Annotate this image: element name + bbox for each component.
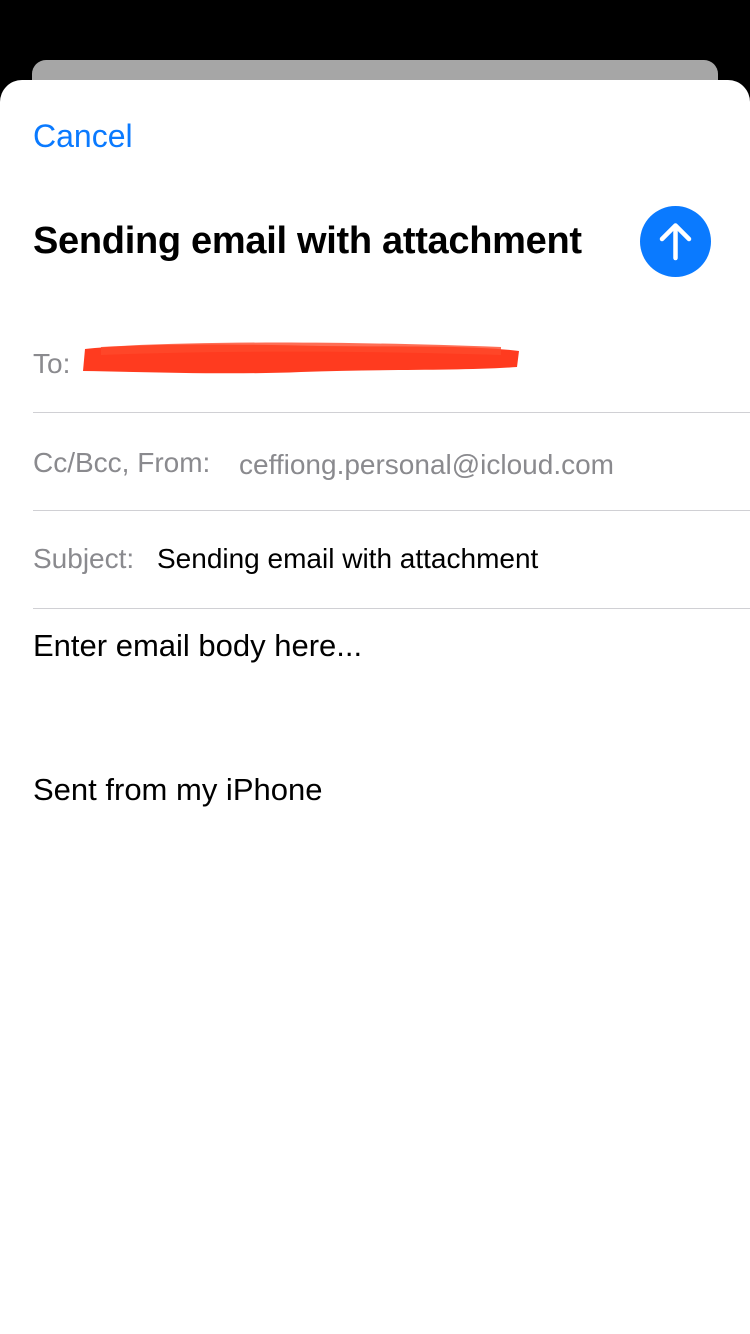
to-label: To: (33, 348, 71, 379)
cc-bcc-from-field[interactable]: Cc/Bcc, From: ceffiong.personal@icloud.c… (33, 412, 750, 511)
compose-sheet: Cancel Sending email with attachment To:… (0, 80, 750, 1334)
redaction-mark (83, 342, 519, 374)
cancel-button[interactable]: Cancel (33, 118, 133, 155)
subject-value[interactable]: Sending email with attachment (157, 543, 538, 575)
from-address: ceffiong.personal@icloud.com (239, 449, 615, 480)
subject-field[interactable]: Subject: Sending email with attachment (33, 510, 750, 609)
email-body[interactable]: Enter email body here... (33, 628, 362, 664)
send-button[interactable] (640, 206, 711, 277)
compose-title: Sending email with attachment (33, 220, 582, 262)
subject-label: Subject: (33, 543, 135, 574)
arrow-up-icon (659, 223, 692, 261)
cc-bcc-from-label: Cc/Bcc, From: (33, 447, 211, 478)
email-signature[interactable]: Sent from my iPhone (33, 772, 322, 808)
to-field[interactable]: To: (33, 314, 750, 413)
